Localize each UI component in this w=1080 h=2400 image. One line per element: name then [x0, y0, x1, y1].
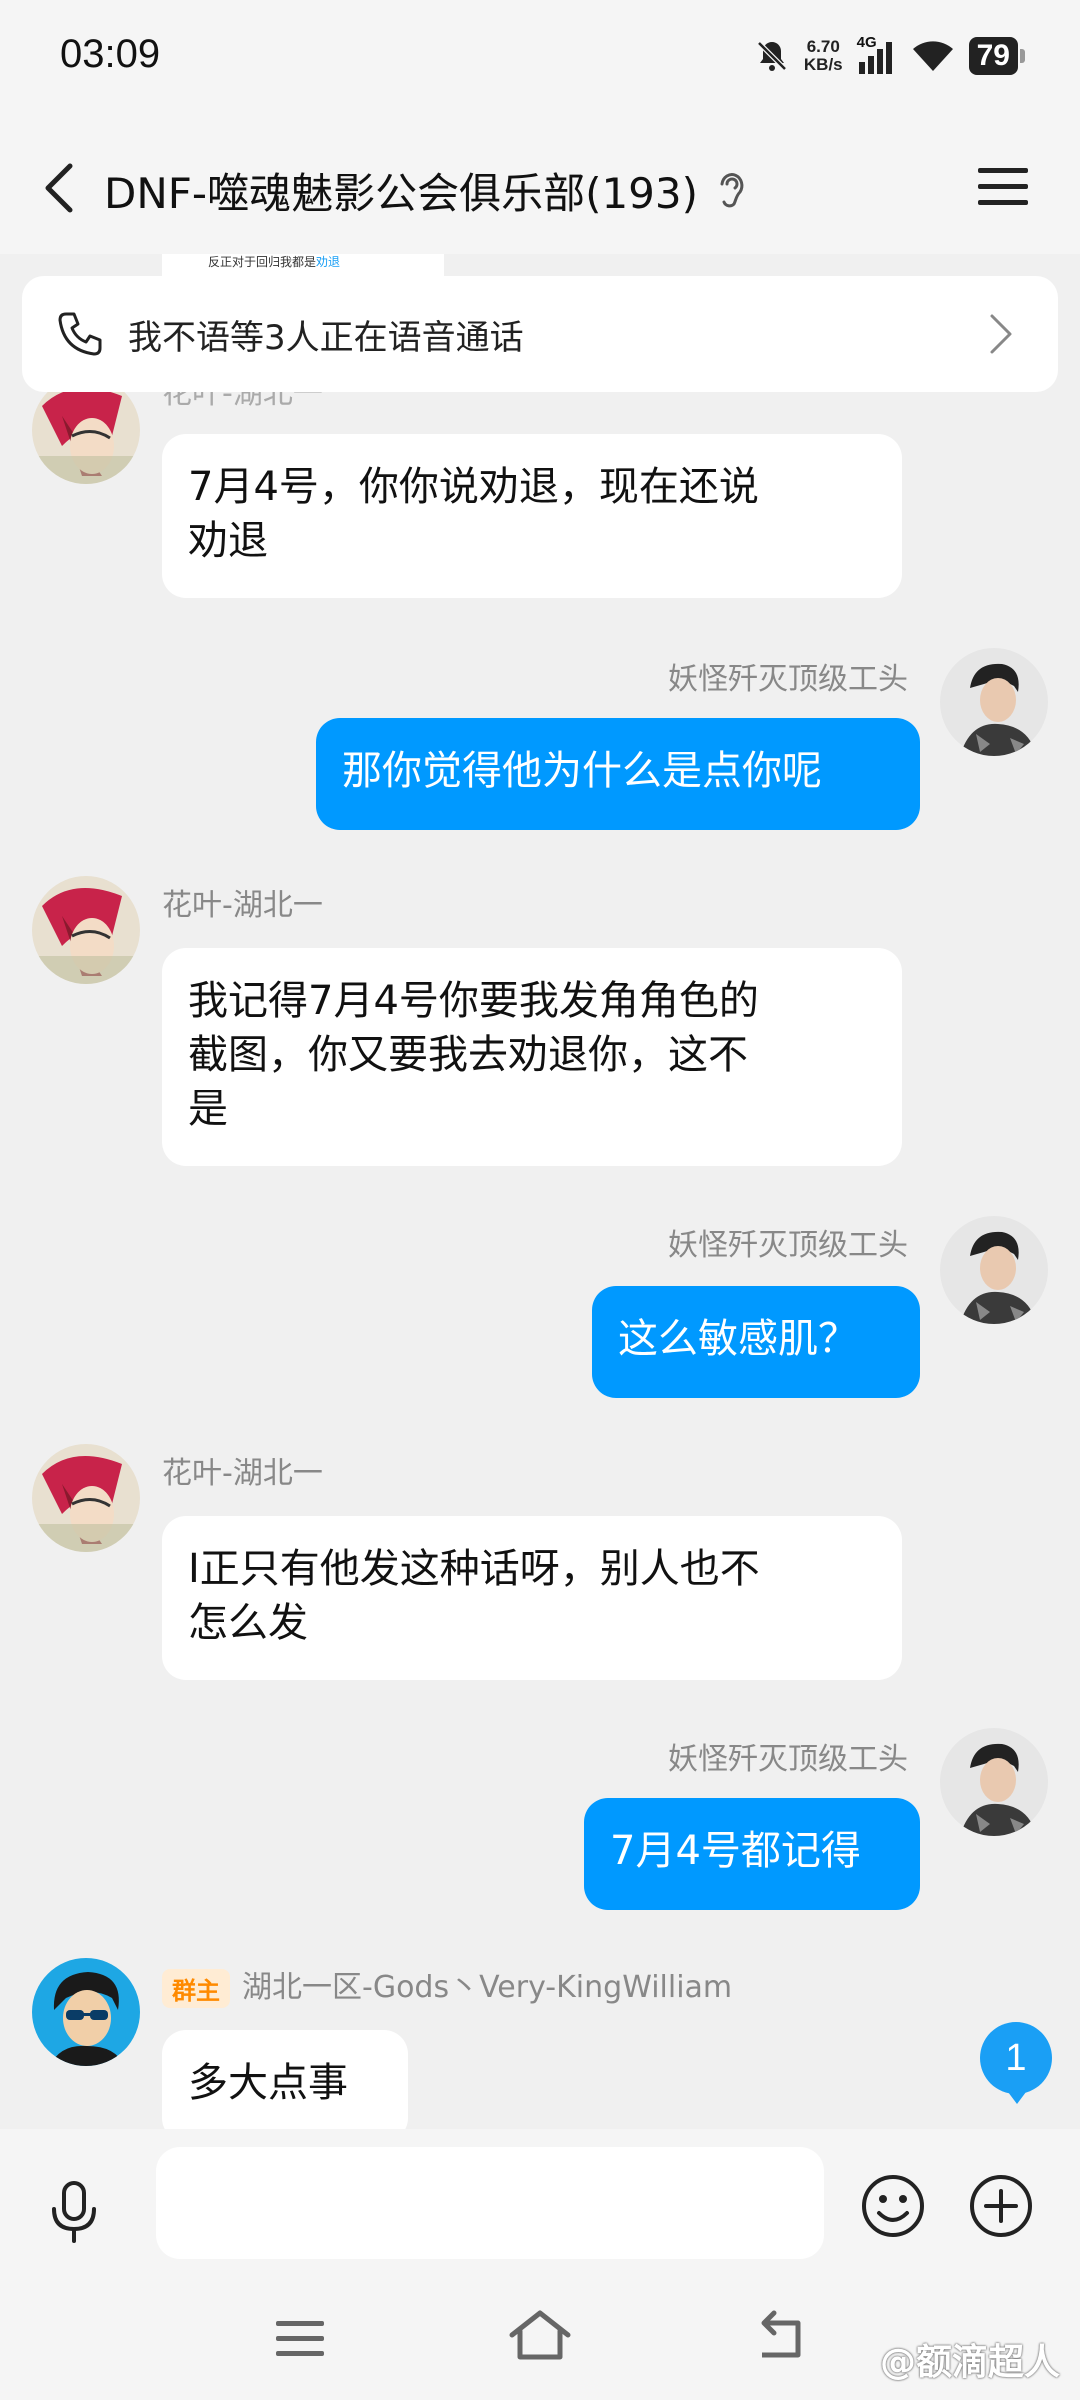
- chevron-right-icon: [990, 314, 1012, 354]
- sender-name: 妖怪歼灭顶级工头: [668, 662, 908, 697]
- avatar[interactable]: [32, 1958, 140, 2066]
- sender-name-text: 湖北一区-Gods丶Very-KingWilliam: [242, 1970, 733, 2005]
- system-nav-bar: @额滴超人: [0, 2279, 1080, 2400]
- nav-back-icon[interactable]: [754, 2309, 806, 2365]
- sender-name: 花叶-湖北一: [162, 888, 323, 923]
- message-text: 多大点事: [188, 2060, 348, 2106]
- wifi-icon: [912, 41, 953, 71]
- avatar-anime-image: [32, 1444, 140, 1552]
- ear-icon[interactable]: [712, 166, 752, 212]
- voice-call-text: 我不语等3人正在语音通话: [128, 317, 524, 358]
- mute-bell-icon: [757, 41, 787, 71]
- group-owner-badge: 群主: [162, 1969, 230, 2008]
- signal-icon: [858, 42, 892, 74]
- pinned-message-peek[interactable]: 反正对于回归我都是劝退: [162, 254, 444, 276]
- pinned-text: 反正对于回归我都是: [208, 255, 317, 269]
- status-time: 03:09: [60, 32, 161, 76]
- avatar[interactable]: [32, 376, 140, 484]
- battery-indicator: 79: [968, 37, 1026, 75]
- sender-name: 妖怪歼灭顶级工头: [668, 1742, 908, 1777]
- avatar[interactable]: [940, 1728, 1048, 1836]
- avatar-anime-image: [32, 876, 140, 984]
- title-bar: DNF-噬魂魅影公会俱乐部(193): [0, 120, 1080, 254]
- sender-name: 群主 湖北一区-Gods丶Very-KingWilliam: [162, 1962, 732, 2008]
- avatar[interactable]: [940, 648, 1048, 756]
- net-speed-value: 6.70: [806, 37, 840, 56]
- message-bubble[interactable]: 7月4号都记得: [584, 1798, 920, 1910]
- nav-home-icon[interactable]: [506, 2307, 574, 2363]
- plus-icon[interactable]: [968, 2173, 1034, 2239]
- sender-name: 妖怪歼灭顶级工头: [668, 1228, 908, 1263]
- avatar[interactable]: [32, 876, 140, 984]
- message-text: 劝退: [188, 518, 268, 564]
- avatar[interactable]: [940, 1216, 1048, 1324]
- message-input[interactable]: [156, 2147, 824, 2259]
- chat-area[interactable]: 反正对于回归我都是劝退 花叶-湖北一 7月4号，你你说劝退，现在还说 劝退 我不…: [0, 254, 1080, 2129]
- message-text: 那你觉得他为什么是点你呢: [342, 748, 822, 794]
- message-text: 截图，你又要我去劝退你，这不: [188, 1032, 748, 1078]
- sender-name: 花叶-湖北一: [162, 1456, 323, 1491]
- nav-menu-icon[interactable]: [272, 2319, 328, 2359]
- avatar-portrait-image: [940, 648, 1048, 756]
- mic-icon[interactable]: [46, 2179, 102, 2245]
- avatar[interactable]: [32, 1444, 140, 1552]
- phone-icon: [58, 312, 102, 356]
- input-bar: [0, 2129, 1080, 2279]
- message-bubble[interactable]: 多大点事: [162, 2030, 408, 2129]
- message-bubble[interactable]: 7月4号，你你说劝退，现在还说 劝退: [162, 434, 902, 598]
- back-icon[interactable]: [34, 158, 84, 218]
- net-speed-unit: KB/s: [803, 55, 843, 74]
- status-icons: 6.70 KB/s 4G 79: [754, 34, 1026, 78]
- message-text: 7月4号都记得: [610, 1828, 861, 1874]
- avatar-portrait-image: [940, 1216, 1048, 1324]
- unread-count-badge[interactable]: 1: [980, 2022, 1052, 2104]
- message-bubble[interactable]: 这么敏感肌？: [592, 1286, 920, 1398]
- group-title[interactable]: DNF-噬魂魅影公会俱乐部(193): [104, 160, 698, 221]
- message-text: 7月4号，你你说劝退，现在还说: [188, 464, 759, 510]
- avatar-anime-image: [32, 376, 140, 484]
- voice-call-banner[interactable]: 我不语等3人正在语音通话: [22, 276, 1058, 392]
- message-bubble[interactable]: I正只有他发这种话呀，别人也不 怎么发: [162, 1516, 902, 1680]
- cell-signal: 4G: [857, 34, 897, 76]
- message-text: 我记得7月4号你要我发角角色的: [188, 978, 759, 1024]
- message-bubble[interactable]: 那你觉得他为什么是点你呢: [316, 718, 920, 830]
- net-speed: 6.70 KB/s: [804, 38, 843, 74]
- menu-icon[interactable]: [976, 164, 1030, 210]
- avatar-cartoon-image: [32, 1958, 140, 2066]
- message-text: 怎么发: [188, 1600, 308, 1646]
- message-text: I正只有他发这种话呀，别人也不: [188, 1546, 760, 1592]
- message-text: 这么敏感肌？: [618, 1316, 858, 1362]
- watermark: @额滴超人: [879, 2342, 1060, 2383]
- message-text: 是: [188, 1086, 228, 1132]
- emoji-icon[interactable]: [860, 2173, 926, 2239]
- status-bar: 03:09 6.70 KB/s 4G 79: [0, 0, 1080, 120]
- avatar-portrait-image: [940, 1728, 1048, 1836]
- pinned-text-highlight: 劝退: [316, 255, 341, 269]
- message-bubble[interactable]: 我记得7月4号你要我发角角色的 截图，你又要我去劝退你，这不 是: [162, 948, 902, 1166]
